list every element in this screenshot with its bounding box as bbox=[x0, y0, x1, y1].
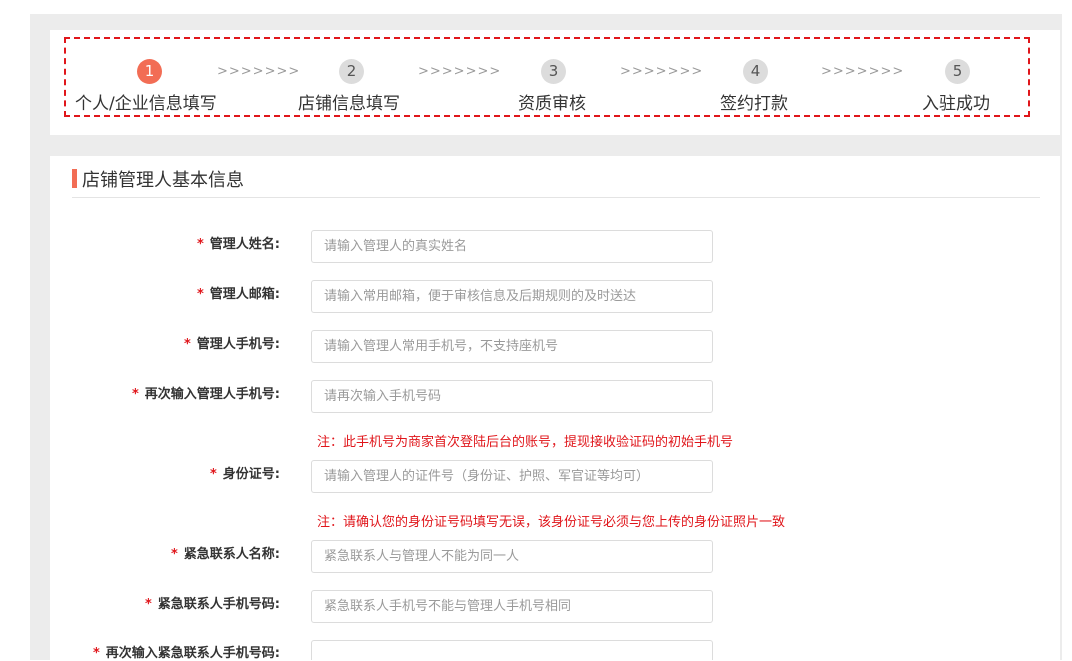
field-label-emergency-name: * 紧急联系人名称: bbox=[171, 543, 280, 562]
field-label-id-number: * 身份证号: bbox=[210, 463, 280, 482]
field-label-text: 紧急联系人手机号码: bbox=[157, 597, 280, 612]
field-label-text: 再次输入管理人手机号: bbox=[144, 387, 280, 402]
emergency-name-input[interactable] bbox=[311, 540, 713, 573]
field-label-text: 紧急联系人名称: bbox=[183, 547, 280, 562]
step-arrows-2: >>>>>>> bbox=[418, 64, 502, 79]
step-arrows-4: >>>>>>> bbox=[821, 64, 905, 79]
field-label-text: 再次输入紧急联系人手机号码: bbox=[105, 646, 280, 661]
field-label-text: 管理人手机号: bbox=[196, 337, 280, 352]
field-label-manager-name: * 管理人姓名: bbox=[197, 233, 280, 252]
required-mark: * bbox=[170, 547, 178, 562]
field-label-confirm-emergency-phone: * 再次输入紧急联系人手机号码: bbox=[93, 642, 280, 661]
step-label-1: 个人/企业信息填写 bbox=[75, 94, 217, 114]
step-label-4: 签约打款 bbox=[720, 94, 788, 114]
phone-note: 注：此手机号为商家首次登陆后台的账号，提现接收验证码的初始手机号 bbox=[317, 435, 734, 450]
field-label-manager-phone: * 管理人手机号: bbox=[184, 333, 280, 352]
step-arrows-3: >>>>>>> bbox=[620, 64, 704, 79]
step-number-2: 2 bbox=[339, 59, 364, 84]
field-label-manager-email: * 管理人邮箱: bbox=[197, 283, 280, 302]
step-number-5: 5 bbox=[945, 59, 970, 84]
step-label-5: 入驻成功 bbox=[922, 94, 990, 114]
step-number-3: 3 bbox=[541, 59, 566, 84]
section-title: 店铺管理人基本信息 bbox=[82, 170, 244, 191]
field-label-text: 管理人姓名: bbox=[209, 237, 280, 252]
required-mark: * bbox=[196, 287, 204, 302]
required-mark: * bbox=[131, 387, 139, 402]
required-mark: * bbox=[209, 467, 217, 482]
step-label-2: 店铺信息填写 bbox=[298, 94, 400, 114]
manager-email-input[interactable] bbox=[311, 280, 713, 313]
field-label-text: 管理人邮箱: bbox=[209, 287, 280, 302]
step-label-3: 资质审核 bbox=[518, 94, 586, 114]
field-label-text: 身份证号: bbox=[222, 467, 280, 482]
step-number-1: 1 bbox=[137, 59, 162, 84]
section-title-accent bbox=[72, 169, 77, 188]
required-mark: * bbox=[196, 237, 204, 252]
manager-name-input[interactable] bbox=[311, 230, 713, 263]
required-mark: * bbox=[92, 646, 100, 661]
section-divider bbox=[72, 197, 1040, 198]
step-number-4: 4 bbox=[743, 59, 768, 84]
field-label-emergency-phone: * 紧急联系人手机号码: bbox=[145, 593, 280, 612]
emergency-phone-input[interactable] bbox=[311, 590, 713, 623]
confirm-emergency-phone-input[interactable] bbox=[311, 640, 713, 660]
field-label-confirm-manager-phone: * 再次输入管理人手机号: bbox=[132, 383, 280, 402]
required-mark: * bbox=[183, 337, 191, 352]
id-note: 注：请确认您的身份证号码填写无误，该身份证号必须与您上传的身份证照片一致 bbox=[317, 515, 786, 530]
step-arrows-1: >>>>>>> bbox=[217, 64, 301, 79]
id-number-input[interactable] bbox=[311, 460, 713, 493]
required-mark: * bbox=[144, 597, 152, 612]
manager-phone-input[interactable] bbox=[311, 330, 713, 363]
confirm-manager-phone-input[interactable] bbox=[311, 380, 713, 413]
